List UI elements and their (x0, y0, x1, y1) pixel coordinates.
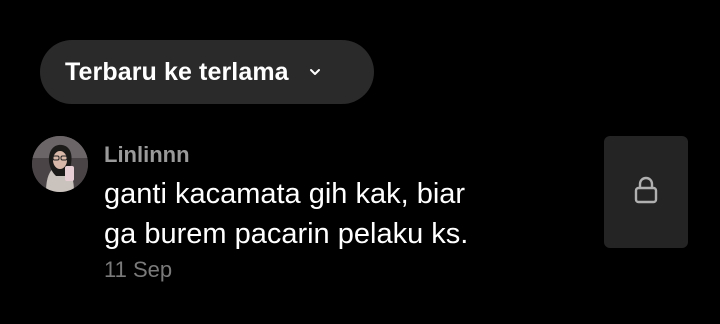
lock-icon (633, 175, 659, 210)
sort-dropdown-label: Terbaru ke terlama (65, 57, 289, 86)
chevron-down-icon (307, 64, 323, 80)
comment-line: ganti kacamata gih kak, biar (104, 178, 466, 210)
avatar[interactable] (32, 136, 88, 192)
comment-username[interactable]: Linlinnn (104, 142, 190, 168)
comment-line: ga burem pacarin pelaku ks. (104, 218, 469, 250)
comment-date: 11 Sep (104, 257, 173, 282)
comment-text: ganti kacamata gih kak, biar ga burem pa… (104, 174, 574, 254)
sort-dropdown[interactable]: Terbaru ke terlama (40, 40, 374, 104)
video-thumbnail[interactable] (604, 136, 688, 248)
